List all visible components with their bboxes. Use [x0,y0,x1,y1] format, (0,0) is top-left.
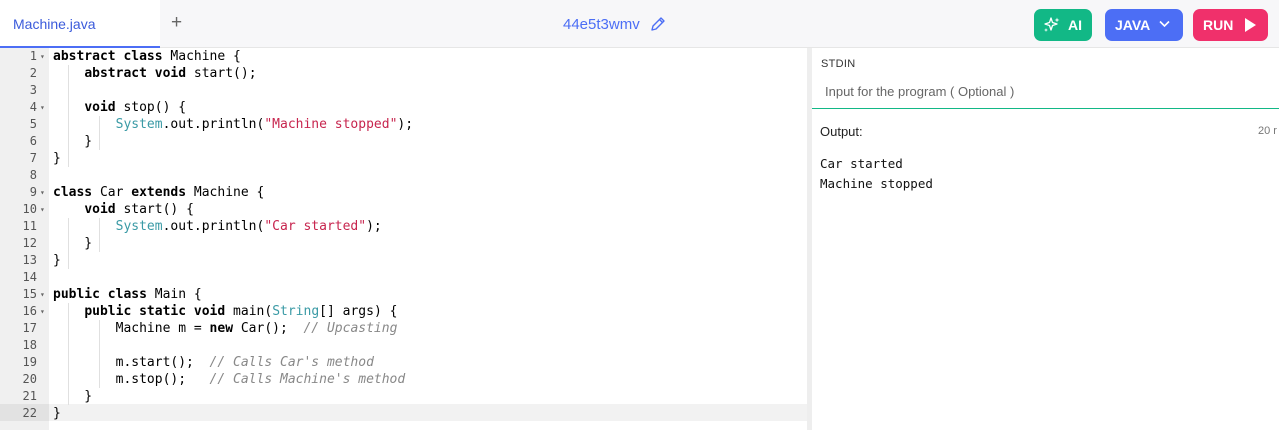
run-button-label: RUN [1203,17,1234,33]
code-line[interactable]: 3 [0,82,807,99]
line-number: 6 [29,134,37,148]
code-line[interactable]: 5 System.out.println("Machine stopped"); [0,116,807,133]
play-icon [1245,18,1256,32]
line-number: 19 [22,355,37,369]
code-text: } [53,406,61,421]
code-text: public class Main { [53,287,202,302]
line-number: 14 [22,270,37,284]
code-text: Machine m = new Car(); // Upcasting [53,321,398,336]
line-number: 5 [29,117,37,131]
line-number: 10 [22,202,37,216]
code-text: System.out.println("Machine stopped"); [115,117,414,132]
ai-button[interactable]: AI [1034,9,1092,41]
output-text: Car started Machine stopped [820,156,933,191]
code-line[interactable]: 15 ▾ public class Main { [0,286,807,303]
line-number: 12 [22,236,37,250]
line-number: 17 [22,321,37,335]
line-number: 15 [22,287,37,301]
stdin-input[interactable] [821,78,1271,104]
run-button[interactable]: RUN [1193,9,1268,41]
line-number: 7 [29,151,37,165]
line-number: 22 [22,406,37,420]
pencil-icon[interactable] [650,16,666,32]
code-line[interactable]: 19 m.start(); // Calls Car's method [0,354,807,371]
code-line[interactable]: 16 ▾ public static void main(String[] arg… [0,303,807,320]
code-line[interactable]: 14 [0,269,807,286]
ai-button-label: AI [1068,17,1082,33]
add-tab-button[interactable]: + [171,13,182,33]
line-number: 2 [29,66,37,80]
sparkle-icon [1044,17,1060,32]
code-line[interactable]: 1 ▾ abstract class Machine { [0,48,807,65]
code-text: void stop() { [84,100,187,115]
line-number: 4 [29,100,37,114]
code-text: abstract class Machine { [53,49,241,64]
code-editor[interactable]: 1 ▾ abstract class Machine {2 abstract voi… [0,48,807,430]
line-number: 16 [22,304,37,318]
chevron-down-icon [1159,20,1170,28]
code-text: abstract void start(); [84,66,257,81]
fold-toggle-icon[interactable]: ▾ [40,303,45,320]
code-text: System.out.println("Car started"); [115,219,382,234]
line-number: 9 [29,185,37,199]
output-label: Output: [820,124,863,139]
language-label: JAVA [1115,17,1151,33]
code-text: void start() { [84,202,194,217]
code-line[interactable]: 22} [0,405,807,422]
line-number: 8 [29,168,37,182]
code-text: } [53,236,93,251]
code-line[interactable]: 11 System.out.println("Car started"); [0,218,807,235]
code-text: } [53,134,93,149]
code-text: public static void main(String[] args) { [84,304,398,319]
line-number: 20 [22,372,37,386]
line-number: 18 [22,338,37,352]
file-name[interactable]: 44e5t3wmv [563,16,640,33]
tab-label: Machine.java [13,16,96,32]
code-line[interactable]: 21 } [0,388,807,405]
fold-toggle-icon[interactable]: ▾ [40,99,45,116]
code-text: } [53,253,61,268]
line-number: 11 [22,219,37,233]
output-time: 20 r [1258,125,1277,137]
code-text: } [53,151,61,166]
code-line[interactable]: 8 [0,167,807,184]
stdin-underline [812,108,1279,109]
code-text: m.stop(); // Calls Machine's method [53,372,406,387]
code-line[interactable]: 4 ▾ void stop() { [0,99,807,116]
code-text: } [53,389,93,404]
code-line[interactable]: 6 } [0,133,807,150]
code-text: class Car extends Machine { [53,185,265,200]
fold-toggle-icon[interactable]: ▾ [40,201,45,218]
fold-toggle-icon[interactable]: ▾ [40,48,45,65]
code-line[interactable]: 20 m.stop(); // Calls Machine's method [0,371,807,388]
tab-machine-java[interactable]: Machine.java [0,0,160,48]
io-panel: STDIN Output: 20 r Car started Machine s… [812,48,1279,430]
code-line[interactable]: 18 [0,337,807,354]
fold-toggle-icon[interactable]: ▾ [40,286,45,303]
code-line[interactable]: 9 ▾ class Car extends Machine { [0,184,807,201]
language-select[interactable]: JAVA [1105,9,1183,41]
code-line[interactable]: 17 Machine m = new Car(); // Upcasting [0,320,807,337]
code-line[interactable]: 2 abstract void start(); [0,65,807,82]
stdin-label: STDIN [821,58,856,70]
code-line[interactable]: 10 ▾ void start() { [0,201,807,218]
top-bar: Machine.java + 44e5t3wmv AI JAVA RUN [0,0,1279,48]
line-number: 1 [29,49,37,63]
line-number: 21 [22,389,37,403]
code-line[interactable]: 12 } [0,235,807,252]
line-number: 13 [22,253,37,267]
code-line[interactable]: 7} [0,150,807,167]
code-text: m.start(); // Calls Car's method [53,355,374,370]
line-number: 3 [29,83,37,97]
fold-toggle-icon[interactable]: ▾ [40,184,45,201]
code-line[interactable]: 13} [0,252,807,269]
